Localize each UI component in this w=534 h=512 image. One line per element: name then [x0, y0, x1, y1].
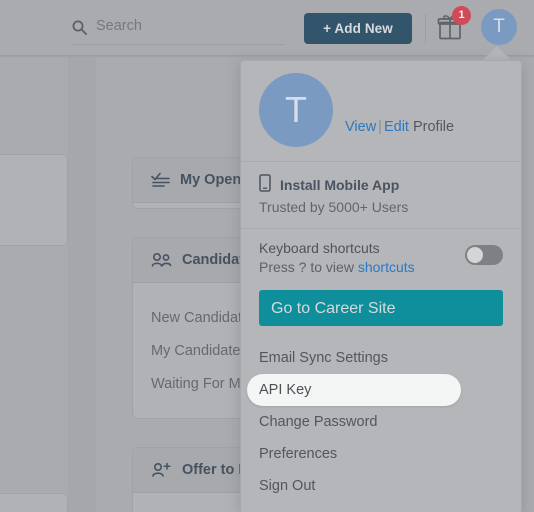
menu-item-change-password[interactable]: Change Password: [241, 406, 521, 438]
install-mobile-app-section[interactable]: Install Mobile App Trusted by 5000+ User…: [241, 162, 521, 229]
menu-item-preferences[interactable]: Preferences: [241, 438, 521, 470]
person-add-icon: [151, 462, 173, 478]
gift-badge: 1: [452, 6, 471, 25]
toggle-knob: [467, 247, 483, 263]
card-title: My Open: [180, 172, 242, 188]
add-new-button[interactable]: + Add New: [304, 13, 412, 44]
keyboard-shortcuts-hint-prefix: Press ? to view: [259, 259, 354, 275]
profile-dropdown-menu: T View | Edit Profile Install Mobile App T…: [240, 60, 522, 512]
view-profile-link[interactable]: View: [345, 119, 376, 135]
card-title: Candidat: [182, 252, 245, 268]
go-to-career-site-button[interactable]: Go to Career Site: [259, 290, 503, 326]
menu-item-email-sync-settings[interactable]: Email Sync Settings: [241, 342, 521, 374]
top-bar-shadow: [0, 55, 534, 58]
app-window: leted My Open: [0, 0, 534, 512]
keyboard-shortcuts-section: Keyboard shortcuts Press ? to view short…: [241, 229, 521, 288]
install-mobile-app-label: Install Mobile App: [280, 176, 400, 193]
toolbar-divider: [425, 14, 426, 43]
background-card-left: leted: [0, 154, 68, 246]
card-title: Offer to H: [182, 462, 249, 478]
tasks-icon: [151, 172, 171, 188]
card-row: Waiting For M: [151, 376, 241, 392]
search-field[interactable]: [72, 18, 284, 45]
gift-button[interactable]: 1: [437, 6, 471, 43]
card-row: New Candidat: [151, 310, 243, 326]
dropdown-avatar: T: [259, 73, 333, 147]
profile-label-text: Profile: [412, 119, 455, 135]
menu-item-api-key[interactable]: API Key: [247, 374, 461, 406]
install-mobile-app-title-row: Install Mobile App: [259, 174, 521, 195]
shortcuts-link[interactable]: shortcuts: [358, 259, 415, 275]
install-mobile-app-subtitle: Trusted by 5000+ Users: [259, 199, 409, 215]
dropdown-profile-section: T View | Edit Profile: [241, 61, 521, 162]
people-icon: [151, 252, 173, 268]
avatar[interactable]: T: [481, 9, 517, 45]
search-icon: [72, 20, 87, 35]
keyboard-shortcuts-toggle[interactable]: [465, 245, 503, 265]
menu-item-sign-out[interactable]: Sign Out: [241, 470, 521, 502]
link-separator: |: [378, 119, 382, 135]
mobile-phone-icon: [259, 174, 271, 195]
dropdown-menu-list: Email Sync Settings API Key Change Passw…: [241, 340, 521, 502]
edit-profile-link[interactable]: Edit: [384, 119, 409, 135]
profile-links: View | Edit Profile: [345, 119, 454, 135]
dropdown-caret-icon: [482, 46, 512, 61]
search-input[interactable]: [96, 18, 276, 34]
left-panel: [0, 57, 68, 512]
card-row: My Candidate: [151, 343, 241, 359]
background-card-left-lower: [0, 493, 68, 512]
